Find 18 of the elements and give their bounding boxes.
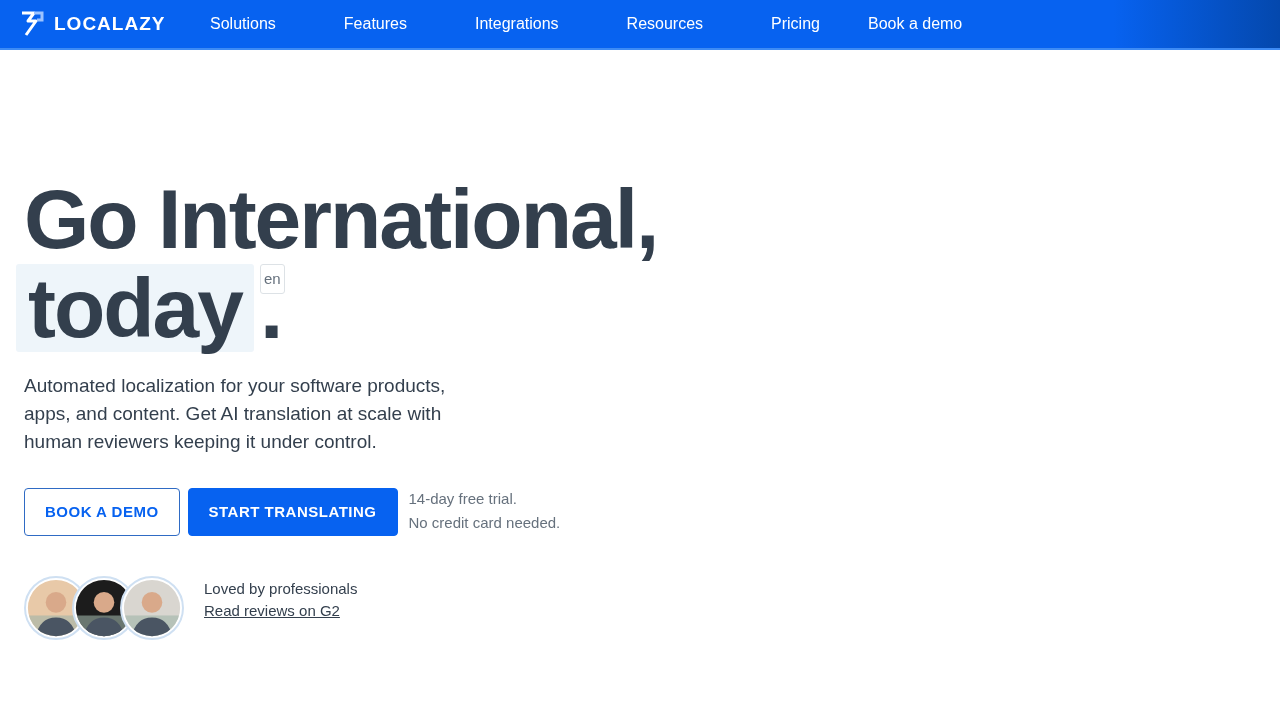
demo-button[interactable]: BOOK A DEMO	[24, 488, 180, 536]
social-proof-text: Loved by professionals	[204, 579, 358, 599]
highlighted-word: today	[16, 264, 255, 352]
nav-link[interactable]: Pricing	[771, 12, 820, 36]
language-tag: en	[260, 264, 285, 294]
nav-link[interactable]: Resources	[626, 12, 704, 36]
trial-note: 14-day free trial.	[408, 489, 518, 509]
nav-link[interactable]: Features	[343, 12, 407, 36]
headline: Go International,	[24, 174, 659, 264]
logo-text: LOCALAZY	[54, 11, 166, 36]
logo-icon	[20, 11, 44, 37]
nav-link[interactable]: Solutions	[210, 12, 276, 36]
description: Automated localization for your software products, apps, and content. Get AI translation at scale with human reviewers keeping it under control.	[24, 374, 447, 454]
nav-link[interactable]: Integrations	[474, 12, 559, 36]
start-button[interactable]: START TRANSLATING	[187, 488, 398, 536]
reviews-link[interactable]: Read reviews on G2	[204, 600, 340, 622]
trial-note: No credit card needed.	[408, 513, 561, 533]
nav-link[interactable]: Book a demo	[867, 12, 963, 36]
